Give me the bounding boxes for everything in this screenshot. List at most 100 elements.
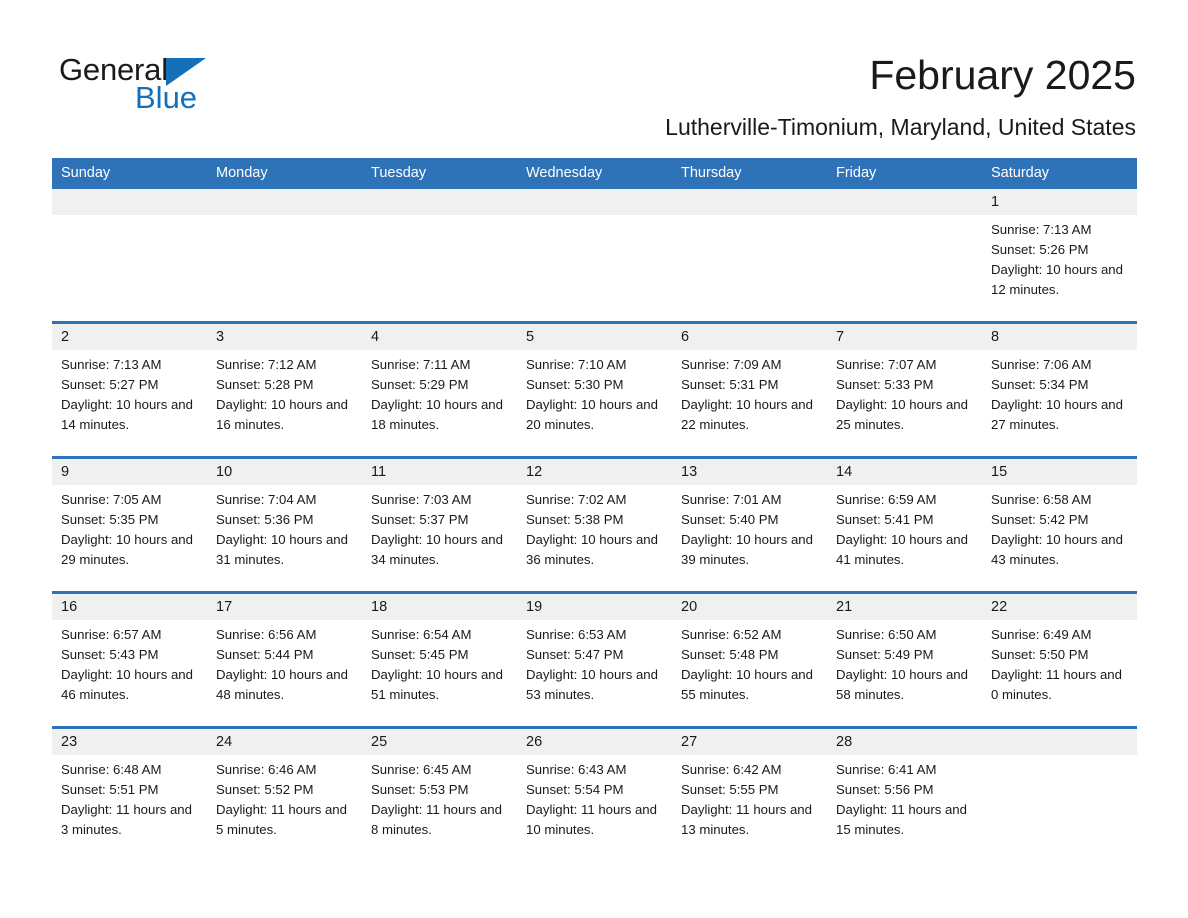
calendar-day-cell[interactable]: 5 Sunrise: 7:10 AM Sunset: 5:30 PM Daylight… xyxy=(517,324,672,456)
sunset-text: Sunset: 5:51 PM xyxy=(61,782,159,797)
daylight-text: Daylight: 10 hours and 18 minutes. xyxy=(371,397,503,432)
day-number-band: 9 xyxy=(52,459,207,485)
sunset-text: Sunset: 5:45 PM xyxy=(371,647,469,662)
weekday-header-friday: Friday xyxy=(836,165,877,181)
day-number-band: 12 xyxy=(517,459,672,485)
calendar-week-row: 1 Sunrise: 7:13 AM Sunset: 5:26 PM Daylight… xyxy=(52,189,1137,321)
calendar-day-cell[interactable]: 20 Sunrise: 6:52 AM Sunset: 5:48 PM Dayligh… xyxy=(672,594,827,726)
daylight-text: Daylight: 10 hours and 34 minutes. xyxy=(371,532,503,567)
calendar-day-cell[interactable]: 2 Sunrise: 7:13 AM Sunset: 5:27 PM Daylight… xyxy=(52,324,207,456)
day-number: 27 xyxy=(681,734,698,750)
sunrise-text: Sunrise: 7:13 AM xyxy=(61,357,162,372)
day-number-band: 7 xyxy=(827,324,982,350)
calendar-day-cell[interactable]: 9 Sunrise: 7:05 AM Sunset: 5:35 PM Daylight… xyxy=(52,459,207,591)
day-number-band xyxy=(362,189,517,215)
calendar-day-cell[interactable]: 7 Sunrise: 7:07 AM Sunset: 5:33 PM Daylight… xyxy=(827,324,982,456)
day-sun-info: Sunrise: 7:05 AM Sunset: 5:35 PM Daylight:… xyxy=(52,485,207,570)
weekday-header-monday: Monday xyxy=(216,165,268,181)
day-number-band: 28 xyxy=(827,729,982,755)
sunrise-text: Sunrise: 6:52 AM xyxy=(681,627,782,642)
calendar-day-cell[interactable]: 21 Sunrise: 6:50 AM Sunset: 5:49 PM Dayligh… xyxy=(827,594,982,726)
sunset-text: Sunset: 5:52 PM xyxy=(216,782,314,797)
daylight-text: Daylight: 10 hours and 53 minutes. xyxy=(526,667,658,702)
calendar-day-cell-empty xyxy=(827,189,982,321)
daylight-text: Daylight: 11 hours and 15 minutes. xyxy=(836,802,967,837)
day-sun-info: Sunrise: 7:02 AM Sunset: 5:38 PM Daylight:… xyxy=(517,485,672,570)
day-number-band: 5 xyxy=(517,324,672,350)
calendar-day-cell[interactable]: 10 Sunrise: 7:04 AM Sunset: 5:36 PM Dayligh… xyxy=(207,459,362,591)
day-sun-info: Sunrise: 6:46 AM Sunset: 5:52 PM Daylight:… xyxy=(207,755,362,840)
sunset-text: Sunset: 5:26 PM xyxy=(991,242,1089,257)
calendar-day-cell[interactable]: 23 Sunrise: 6:48 AM Sunset: 5:51 PM Dayligh… xyxy=(52,729,207,861)
sunset-text: Sunset: 5:33 PM xyxy=(836,377,934,392)
day-number: 23 xyxy=(61,734,78,750)
sunrise-text: Sunrise: 6:42 AM xyxy=(681,762,782,777)
sunrise-text: Sunrise: 7:07 AM xyxy=(836,357,937,372)
sunrise-text: Sunrise: 6:56 AM xyxy=(216,627,317,642)
day-number-band: 6 xyxy=(672,324,827,350)
day-sun-info: Sunrise: 6:59 AM Sunset: 5:41 PM Daylight:… xyxy=(827,485,982,570)
daylight-text: Daylight: 10 hours and 48 minutes. xyxy=(216,667,348,702)
sunset-text: Sunset: 5:49 PM xyxy=(836,647,934,662)
day-sun-info: Sunrise: 6:54 AM Sunset: 5:45 PM Daylight:… xyxy=(362,620,517,705)
day-number: 21 xyxy=(836,599,853,615)
calendar-day-cell[interactable]: 27 Sunrise: 6:42 AM Sunset: 5:55 PM Dayligh… xyxy=(672,729,827,861)
calendar-day-cell[interactable]: 1 Sunrise: 7:13 AM Sunset: 5:26 PM Daylight… xyxy=(982,189,1137,321)
calendar-day-cell[interactable]: 19 Sunrise: 6:53 AM Sunset: 5:47 PM Dayligh… xyxy=(517,594,672,726)
sunrise-text: Sunrise: 7:09 AM xyxy=(681,357,782,372)
weekday-header-thursday: Thursday xyxy=(681,165,742,181)
day-number-band: 2 xyxy=(52,324,207,350)
general-blue-logo: General Blue xyxy=(59,52,299,116)
calendar-week-row: 23 Sunrise: 6:48 AM Sunset: 5:51 PM Dayligh… xyxy=(52,726,1137,861)
day-number: 16 xyxy=(61,599,78,615)
day-number-band xyxy=(672,189,827,215)
calendar-day-cell[interactable]: 3 Sunrise: 7:12 AM Sunset: 5:28 PM Daylight… xyxy=(207,324,362,456)
daylight-text: Daylight: 10 hours and 31 minutes. xyxy=(216,532,348,567)
logo-text-blue: Blue xyxy=(135,80,198,115)
daylight-text: Daylight: 10 hours and 43 minutes. xyxy=(991,532,1123,567)
calendar-day-cell[interactable]: 13 Sunrise: 7:01 AM Sunset: 5:40 PM Dayligh… xyxy=(672,459,827,591)
day-number-band xyxy=(517,189,672,215)
day-number: 1 xyxy=(991,194,1000,210)
calendar-day-cell[interactable]: 28 Sunrise: 6:41 AM Sunset: 5:56 PM Dayligh… xyxy=(827,729,982,861)
calendar-day-cell[interactable]: 18 Sunrise: 6:54 AM Sunset: 5:45 PM Dayligh… xyxy=(362,594,517,726)
calendar-day-cell[interactable]: 26 Sunrise: 6:43 AM Sunset: 5:54 PM Dayligh… xyxy=(517,729,672,861)
calendar-day-cell[interactable]: 17 Sunrise: 6:56 AM Sunset: 5:44 PM Dayligh… xyxy=(207,594,362,726)
calendar-day-cell[interactable]: 4 Sunrise: 7:11 AM Sunset: 5:29 PM Daylight… xyxy=(362,324,517,456)
calendar-day-cell[interactable]: 11 Sunrise: 7:03 AM Sunset: 5:37 PM Dayligh… xyxy=(362,459,517,591)
day-sun-info: Sunrise: 6:56 AM Sunset: 5:44 PM Daylight:… xyxy=(207,620,362,705)
sunset-text: Sunset: 5:30 PM xyxy=(526,377,624,392)
day-sun-info: Sunrise: 7:03 AM Sunset: 5:37 PM Daylight:… xyxy=(362,485,517,570)
calendar-day-cell[interactable]: 16 Sunrise: 6:57 AM Sunset: 5:43 PM Dayligh… xyxy=(52,594,207,726)
daylight-text: Daylight: 11 hours and 0 minutes. xyxy=(991,667,1122,702)
calendar-day-cell[interactable]: 8 Sunrise: 7:06 AM Sunset: 5:34 PM Daylight… xyxy=(982,324,1137,456)
location-subtitle: Lutherville-Timonium, Maryland, United S… xyxy=(665,114,1136,140)
calendar-week-row: 16 Sunrise: 6:57 AM Sunset: 5:43 PM Dayligh… xyxy=(52,591,1137,726)
sunrise-text: Sunrise: 6:48 AM xyxy=(61,762,162,777)
day-number-band: 23 xyxy=(52,729,207,755)
daylight-text: Daylight: 10 hours and 25 minutes. xyxy=(836,397,968,432)
daylight-text: Daylight: 10 hours and 14 minutes. xyxy=(61,397,193,432)
day-sun-info: Sunrise: 6:48 AM Sunset: 5:51 PM Daylight:… xyxy=(52,755,207,840)
sunset-text: Sunset: 5:54 PM xyxy=(526,782,624,797)
sunset-text: Sunset: 5:29 PM xyxy=(371,377,469,392)
calendar-day-cell[interactable]: 12 Sunrise: 7:02 AM Sunset: 5:38 PM Dayligh… xyxy=(517,459,672,591)
calendar-day-cell[interactable]: 24 Sunrise: 6:46 AM Sunset: 5:52 PM Dayligh… xyxy=(207,729,362,861)
day-number: 19 xyxy=(526,599,543,615)
day-sun-info: Sunrise: 7:11 AM Sunset: 5:29 PM Daylight:… xyxy=(362,350,517,435)
calendar-day-cell[interactable]: 6 Sunrise: 7:09 AM Sunset: 5:31 PM Daylight… xyxy=(672,324,827,456)
calendar-day-cell[interactable]: 15 Sunrise: 6:58 AM Sunset: 5:42 PM Dayligh… xyxy=(982,459,1137,591)
calendar-day-cell[interactable]: 14 Sunrise: 6:59 AM Sunset: 5:41 PM Dayligh… xyxy=(827,459,982,591)
day-number: 25 xyxy=(371,734,388,750)
day-number-band: 19 xyxy=(517,594,672,620)
calendar-day-cell[interactable]: 22 Sunrise: 6:49 AM Sunset: 5:50 PM Dayligh… xyxy=(982,594,1137,726)
page-header: General Blue February 2025 Lutherville-T… xyxy=(0,0,1188,150)
calendar-day-cell[interactable]: 25 Sunrise: 6:45 AM Sunset: 5:53 PM Dayligh… xyxy=(362,729,517,861)
daylight-text: Daylight: 10 hours and 46 minutes. xyxy=(61,667,193,702)
daylight-text: Daylight: 10 hours and 51 minutes. xyxy=(371,667,503,702)
daylight-text: Daylight: 10 hours and 36 minutes. xyxy=(526,532,658,567)
weekday-header-sunday: Sunday xyxy=(61,165,111,181)
day-number-band: 26 xyxy=(517,729,672,755)
day-number: 9 xyxy=(61,464,70,480)
day-sun-info: Sunrise: 6:42 AM Sunset: 5:55 PM Daylight:… xyxy=(672,755,827,840)
